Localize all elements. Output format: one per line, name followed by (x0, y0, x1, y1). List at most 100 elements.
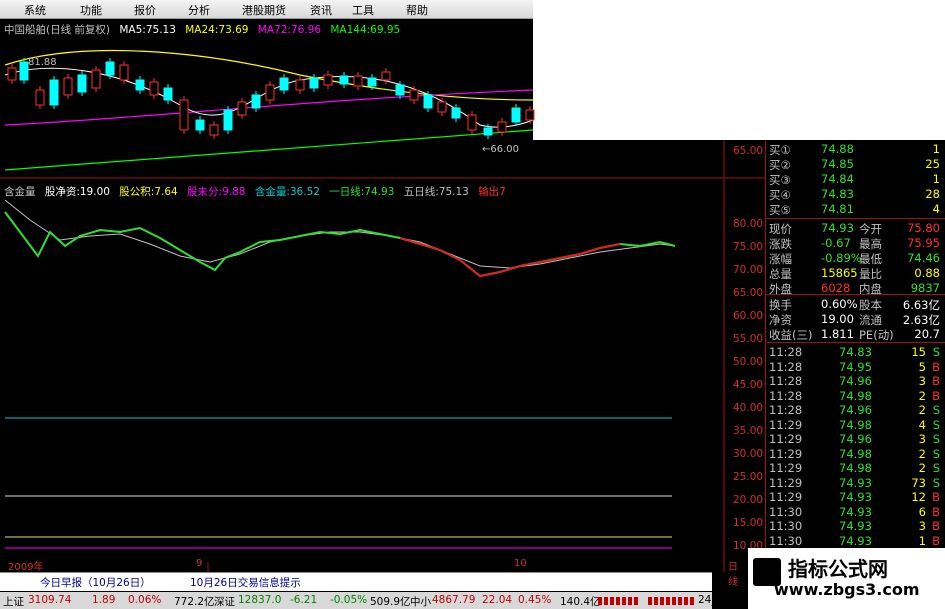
candle-body (91, 69, 101, 89)
candle-body (149, 81, 159, 96)
low-mark-label: ←66.00 (482, 144, 520, 155)
tick-volume: 6 (918, 504, 926, 519)
zx-value: 4867.79 (432, 594, 476, 606)
status-tail: 24_cd10 (698, 594, 743, 606)
bid-volume: 28 (925, 187, 940, 201)
candle-body (339, 75, 349, 85)
tick-side: S (932, 403, 940, 417)
y-tick: 40.00 (733, 402, 764, 414)
y-tick: 50.00 (733, 356, 764, 368)
tick-side: S (932, 432, 940, 446)
tick-side: B (932, 533, 940, 548)
bid-price: 74.84 (821, 172, 854, 186)
fin-value: 6.63亿 (902, 298, 940, 312)
tick-row: 11:29 74.96 3 S (769, 432, 944, 447)
kline-chart[interactable] (0, 0, 765, 572)
quote-panel: 买① 74.88 1 买② 74.85 25 买③ 74.84 1 买④ 74.83 28 买⑤ 74.8… (765, 140, 945, 548)
tick-time: 11:28 (769, 345, 803, 359)
fin-value: 1.811 (821, 327, 854, 341)
bid-row: 买① 74.88 1 (769, 142, 944, 157)
tick-time: 11:29 (769, 417, 803, 432)
sz-amount: 509.9亿 (370, 596, 411, 608)
tick-row: 11:30 74.93 6 B (769, 505, 944, 520)
tick-time: 11:28 (769, 388, 803, 403)
tick-time: 11:29 (769, 446, 803, 461)
bid-row: 买④ 74.83 28 (769, 187, 944, 202)
stat-value: 75.80 (907, 221, 940, 235)
fin-value: 19.00 (821, 312, 854, 326)
line5-label: 五日线:75.13 (403, 186, 469, 198)
y-tick: 65.00 (733, 287, 764, 299)
tick-volume: 2 (918, 461, 926, 475)
tick-side: S (932, 461, 940, 475)
candle-body (49, 79, 59, 106)
tick-price: 74.98 (839, 388, 872, 403)
candle-body (63, 77, 73, 96)
tick-row: 11:29 74.98 2 S (769, 447, 944, 462)
tick-volume: 2 (918, 403, 926, 417)
fin-label: 换手 (769, 298, 792, 312)
candle-body (367, 77, 377, 87)
one-day-line (4, 211, 676, 278)
stat-row: 总量 15865 量比 0.88 (769, 266, 944, 281)
stat-label: 量比 (859, 267, 882, 281)
candle-body (295, 79, 305, 91)
tick-time: 11:28 (769, 403, 803, 417)
tick-time: 11:30 (769, 504, 803, 519)
y-tick: 55.00 (733, 333, 764, 345)
time-oct: 10 (514, 558, 527, 569)
time-end: 日线 (728, 562, 738, 588)
bid-price: 74.88 (821, 142, 854, 156)
tick-row: 11:28 74.96 2 S (769, 403, 944, 418)
news-trade-tips[interactable]: 10月26日交易信息提示 (190, 575, 301, 590)
candle-body (353, 75, 363, 87)
tick-volume: 2 (918, 388, 926, 403)
candle-body (323, 74, 333, 86)
y-tick: 15.00 (733, 517, 764, 529)
tick-time: 11:29 (769, 475, 803, 490)
tick-price: 74.96 (839, 403, 872, 417)
tick-row: 11:30 74.93 3 B (769, 519, 944, 534)
candle-body (119, 64, 129, 81)
candle-body (179, 99, 189, 131)
fin-value: 2.63亿 (902, 313, 940, 327)
bid-row: 买③ 74.84 1 (769, 172, 944, 187)
stat-label: 总量 (769, 267, 792, 281)
news-morning[interactable]: 今日早报（10月26日） (40, 575, 151, 590)
gold-label: 含金量:36.52 (254, 186, 320, 198)
candle-body (467, 114, 477, 131)
candle-body (105, 61, 115, 76)
candle-body (437, 101, 447, 113)
sh-pct: 0.06% (128, 594, 162, 606)
bid-row: 买② 74.85 25 (769, 157, 944, 172)
tick-volume: 12 (911, 490, 926, 504)
tick-side: B (932, 388, 940, 403)
tick-volume: 3 (918, 432, 926, 446)
y-tick: 65.00 (733, 145, 764, 157)
stat-label: 最低 (859, 252, 882, 266)
tick-row: 11:29 74.93 73 S (769, 476, 944, 491)
tick-side: S (932, 417, 940, 432)
bid-label: 买① (769, 143, 791, 157)
sh-amount: 772.2亿 (174, 596, 215, 608)
y-tick: 25.00 (733, 471, 764, 483)
net-asset-label: 股净资:19.00 (44, 186, 110, 198)
bid-volume: 1 (932, 142, 940, 156)
zx-amount: 140.4亿 (560, 596, 601, 608)
y-tick: 20.00 (733, 494, 764, 506)
fin-row: 换手 0.60% 股本 6.63亿 (769, 297, 944, 312)
one-day-line-up (399, 237, 621, 278)
tick-price: 74.98 (839, 446, 872, 461)
tick-time: 11:29 (769, 432, 803, 446)
tick-time: 11:29 (769, 461, 803, 475)
candle-body (135, 79, 145, 91)
candle-body (423, 94, 433, 109)
tick-side: B (932, 504, 940, 519)
candle-body (163, 87, 173, 101)
fin-label: 流通 (859, 313, 882, 327)
candle-body (309, 77, 319, 89)
breadth-indicator (598, 597, 640, 605)
tick-price: 74.96 (839, 432, 872, 446)
tick-row: 11:28 74.96 3 B (769, 374, 944, 389)
stat-value: 9837 (910, 281, 940, 295)
